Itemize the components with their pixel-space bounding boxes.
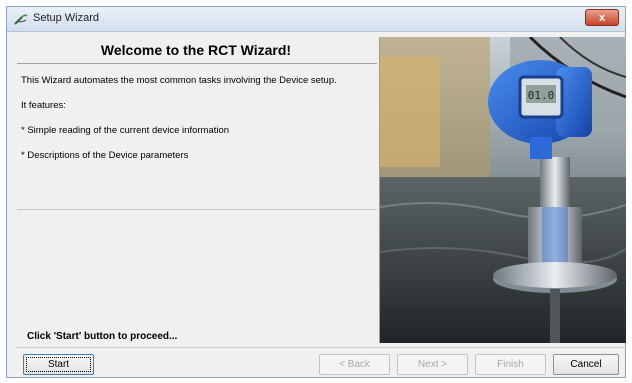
feature-item: * Descriptions of the Device parameters bbox=[21, 150, 189, 161]
close-button[interactable]: x bbox=[585, 9, 619, 26]
content-divider bbox=[17, 209, 377, 210]
window-title: Setup Wizard bbox=[33, 12, 100, 24]
back-button[interactable]: < Back bbox=[319, 354, 390, 375]
heading-divider bbox=[17, 63, 377, 64]
welcome-panel: Welcome to the RCT Wizard! This Wizard a… bbox=[15, 37, 377, 342]
proceed-hint: Click 'Start' button to proceed... bbox=[27, 331, 178, 342]
welcome-heading: Welcome to the RCT Wizard! bbox=[100, 42, 292, 58]
footer-divider bbox=[15, 347, 625, 348]
features-label: It features: bbox=[21, 100, 66, 111]
close-icon: x bbox=[598, 12, 606, 24]
next-button[interactable]: Next > bbox=[397, 354, 468, 375]
finish-button[interactable]: Finish bbox=[475, 354, 546, 375]
setup-wizard-window: Setup Wizard x Welcome to the RCT Wizard… bbox=[6, 6, 626, 378]
feature-item: * Simple reading of the current device i… bbox=[21, 125, 230, 136]
svg-text:01.0: 01.0 bbox=[528, 89, 555, 102]
title-bar: Setup Wizard x bbox=[7, 7, 625, 32]
wizard-wand-icon bbox=[13, 11, 29, 27]
cancel-button[interactable]: Cancel bbox=[553, 354, 619, 375]
device-photo: 01.0 bbox=[379, 37, 626, 343]
start-button[interactable]: Start bbox=[23, 354, 94, 375]
intro-text: This Wizard automates the most common ta… bbox=[21, 75, 337, 86]
